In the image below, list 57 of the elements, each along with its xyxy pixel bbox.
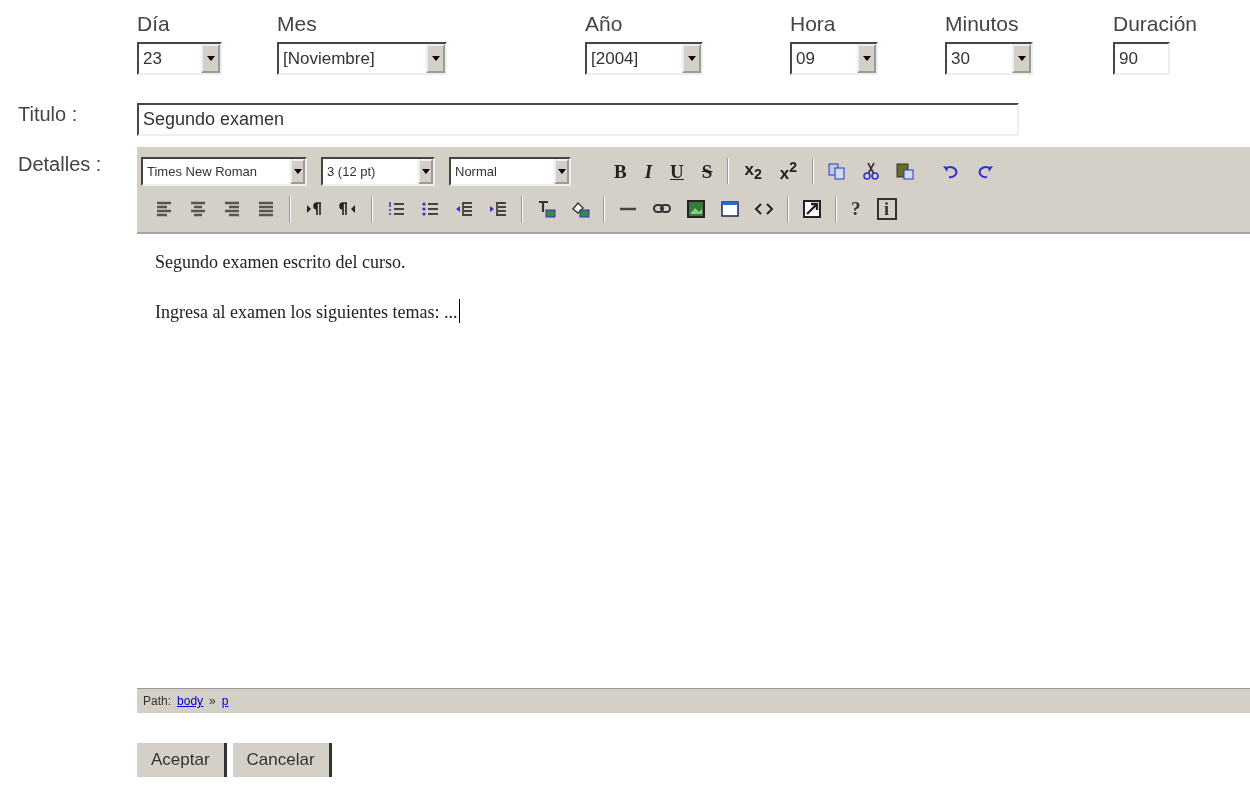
cut-icon[interactable] bbox=[861, 161, 882, 181]
path-link[interactable]: body bbox=[177, 694, 204, 708]
align-left-icon[interactable] bbox=[154, 199, 174, 219]
dropdown[interactable]: [2004] bbox=[585, 42, 703, 75]
caret-icon bbox=[862, 56, 871, 61]
text-color-icon[interactable] bbox=[536, 199, 556, 219]
text-cursor bbox=[459, 299, 461, 323]
caret-icon bbox=[293, 168, 302, 174]
field-label: Año bbox=[585, 12, 624, 36]
field-label: Hora bbox=[790, 12, 837, 36]
paragraph: Ingresa al examen los siguientes temas: ... bbox=[155, 299, 1232, 323]
indent-icon[interactable] bbox=[488, 199, 508, 219]
title-label: Titulo : bbox=[17, 103, 79, 127]
italic-button[interactable]: I bbox=[644, 161, 653, 181]
justify-icon[interactable] bbox=[256, 199, 276, 219]
cancel-button[interactable]: Cancelar bbox=[232, 743, 332, 777]
path-separator: » bbox=[209, 694, 216, 708]
duration-field[interactable]: 90 bbox=[1113, 42, 1170, 75]
dropdown[interactable]: 3 (12 pt) bbox=[321, 156, 435, 186]
paragraph: Segundo examen escrito del curso. bbox=[155, 252, 407, 273]
dropdown[interactable]: Times New Roman bbox=[141, 156, 307, 186]
field-label: Día bbox=[137, 12, 171, 36]
field-label: Minutos bbox=[945, 12, 1020, 36]
copy-icon[interactable] bbox=[827, 161, 848, 181]
image-icon[interactable] bbox=[686, 199, 706, 219]
strikethrough-button[interactable]: S bbox=[701, 161, 713, 181]
field-label: Mes bbox=[277, 12, 318, 36]
path-label: Path: bbox=[143, 694, 172, 708]
info-button[interactable]: i bbox=[876, 198, 897, 220]
align-center-icon[interactable] bbox=[188, 199, 208, 219]
paste-icon[interactable] bbox=[895, 161, 916, 181]
caret-icon bbox=[206, 56, 215, 61]
fill-color-icon[interactable] bbox=[570, 199, 590, 219]
dropdown[interactable]: 23 bbox=[137, 42, 222, 75]
caret-icon bbox=[687, 56, 696, 61]
dropdown[interactable]: Normal bbox=[449, 156, 571, 186]
caret-icon bbox=[1017, 56, 1026, 61]
accept-button[interactable]: Aceptar bbox=[137, 743, 227, 777]
caret-icon bbox=[421, 168, 430, 174]
align-right-icon[interactable] bbox=[222, 199, 242, 219]
table-icon[interactable] bbox=[720, 199, 740, 219]
field-label: Duración bbox=[1113, 12, 1199, 36]
dropdown[interactable]: 30 bbox=[945, 42, 1033, 75]
caret-icon bbox=[431, 56, 440, 61]
outdent-icon[interactable] bbox=[454, 199, 474, 219]
path-link[interactable]: p bbox=[221, 694, 229, 708]
dropdown[interactable]: [Noviembre] bbox=[277, 42, 447, 75]
details-label: Detalles : bbox=[17, 152, 103, 177]
title-field[interactable]: Segundo examen bbox=[137, 103, 1019, 136]
caret-icon bbox=[557, 168, 566, 174]
subscript-button[interactable]: x$_{2}$ bbox=[744, 160, 762, 182]
bold-button[interactable]: B bbox=[614, 161, 627, 181]
dropdown[interactable]: 09 bbox=[790, 42, 878, 75]
underline-button[interactable]: U bbox=[670, 161, 684, 181]
help-button[interactable]: ? bbox=[851, 198, 861, 220]
superscript-button[interactable]: x$^{2}$ bbox=[779, 160, 798, 182]
fullscreen-icon[interactable] bbox=[802, 199, 822, 219]
